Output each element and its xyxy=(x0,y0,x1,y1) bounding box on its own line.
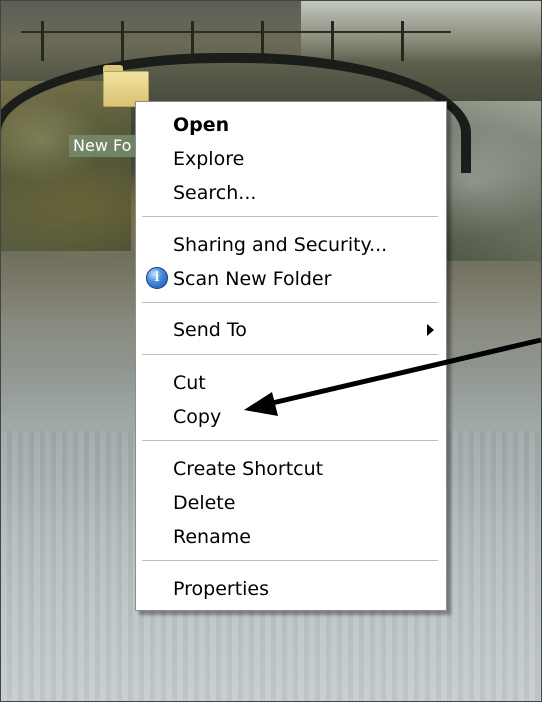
menu-item-delete[interactable]: Delete xyxy=(173,488,235,518)
menu-item-properties[interactable]: Properties xyxy=(173,574,269,604)
screenshot-frame: New Fo Open Explore Search... Sharing an… xyxy=(0,0,542,702)
menu-item-copy[interactable]: Copy xyxy=(173,402,221,432)
menu-separator xyxy=(142,560,438,561)
wallpaper-post xyxy=(401,21,404,61)
menu-item-search[interactable]: Search... xyxy=(173,178,256,208)
wallpaper-post xyxy=(331,21,334,61)
menu-item-rename[interactable]: Rename xyxy=(173,522,251,552)
desktop-folder-label[interactable]: New Fo xyxy=(69,135,136,157)
wallpaper-bridge-rail xyxy=(21,31,451,33)
wallpaper-post xyxy=(41,21,44,61)
menu-item-create-shortcut[interactable]: Create Shortcut xyxy=(173,454,323,484)
menu-item-explore[interactable]: Explore xyxy=(173,144,244,174)
menu-item-cut[interactable]: Cut xyxy=(173,368,206,398)
context-menu: Open Explore Search... Sharing and Secur… xyxy=(135,101,447,611)
menu-separator xyxy=(142,302,438,303)
menu-item-open[interactable]: Open xyxy=(173,110,229,140)
submenu-arrow-icon xyxy=(427,324,434,336)
wallpaper-post xyxy=(121,21,124,61)
scan-shield-icon: i xyxy=(146,267,168,289)
menu-item-sharing-and-security[interactable]: Sharing and Security... xyxy=(173,230,387,260)
menu-item-send-to[interactable]: Send To xyxy=(173,315,247,345)
menu-item-scan-new-folder[interactable]: Scan New Folder xyxy=(173,264,331,294)
menu-separator xyxy=(142,354,438,355)
menu-separator xyxy=(142,216,438,217)
menu-separator xyxy=(142,440,438,441)
